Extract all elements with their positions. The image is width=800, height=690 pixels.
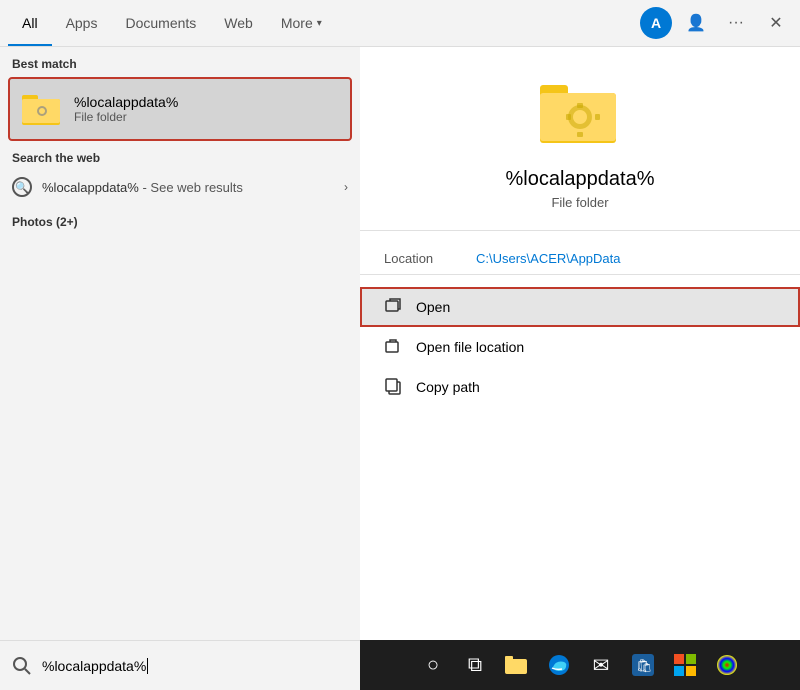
web-result-text: %localappdata% - See web results [42,180,344,195]
taskbar-taskview-icon[interactable]: ⧉ [457,647,493,683]
result-subtitle: File folder [551,195,608,210]
avatar[interactable]: A [640,7,672,39]
copy-path-label: Copy path [416,379,480,395]
taskbar-edge-icon[interactable] [541,647,577,683]
divider [360,230,800,231]
search-web-label: Search the web [0,141,360,169]
location-row: Location C:\Users\ACER\AppData [360,243,800,274]
divider2 [360,274,800,275]
folder-icon [22,89,62,129]
taskbar-tiles-icon[interactable] [667,647,703,683]
best-match-text: %localappdata% File folder [74,94,178,124]
best-match-subtitle: File folder [74,110,178,124]
taskbar-store-icon[interactable]: 🛍 [625,647,661,683]
taskbar-mail-icon[interactable]: ✉ [583,647,619,683]
open-button[interactable]: Open [360,287,800,327]
best-match-title: %localappdata% [74,94,178,110]
best-match-item[interactable]: %localappdata% File folder [8,77,352,141]
search-icon: 🔍 [12,177,32,197]
right-panel: %localappdata% File folder Location C:\U… [360,47,800,690]
chevron-down-icon: ▾ [317,18,322,29]
chevron-right-icon: › [344,180,348,194]
search-query: %localappdata% [42,658,146,674]
cursor [147,658,148,674]
copy-path-icon [384,377,404,397]
open-file-location-label: Open file location [416,339,524,355]
svg-text:🛍: 🛍 [636,658,653,673]
content-area: Best match %localappdata% [0,47,800,690]
web-result-item[interactable]: 🔍 %localappdata% - See web results › [0,169,360,205]
search-bar: %localappdata% [0,640,360,690]
taskbar-search-icon[interactable]: ○ [415,647,451,683]
taskbar: ○ ⧉ ✉ 🛍 [360,640,800,690]
open-file-location-icon [384,337,404,357]
person-icon[interactable]: 👤 [680,7,712,39]
open-icon [384,297,404,317]
result-title: %localappdata% [506,168,655,191]
tab-apps[interactable]: Apps [52,0,112,46]
result-folder-icon [540,77,620,147]
result-icon-area [540,77,620,152]
tab-all[interactable]: All [8,0,52,46]
tab-documents[interactable]: Documents [111,0,210,46]
location-value[interactable]: C:\Users\ACER\AppData [476,251,621,266]
location-label: Location [384,251,464,266]
taskbar-folder-icon[interactable] [499,647,535,683]
tab-bar: All Apps Documents Web More ▾ A 👤 ··· ✕ [0,0,800,47]
tab-more[interactable]: More ▾ [267,0,336,46]
more-dots-button[interactable]: ··· [720,7,752,39]
tab-web[interactable]: Web [210,0,267,46]
taskbar-color-icon[interactable] [709,647,745,683]
photos-label: Photos (2+) [0,205,360,233]
open-label: Open [416,299,450,315]
close-button[interactable]: ✕ [760,7,792,39]
open-file-location-button[interactable]: Open file location [360,327,800,367]
left-panel: Best match %localappdata% [0,47,360,690]
search-icon-bottom [12,656,32,676]
best-match-label: Best match [0,47,360,77]
copy-path-button[interactable]: Copy path [360,367,800,407]
folder-gear-icon [22,91,62,127]
header-controls: A 👤 ··· ✕ [640,7,792,39]
